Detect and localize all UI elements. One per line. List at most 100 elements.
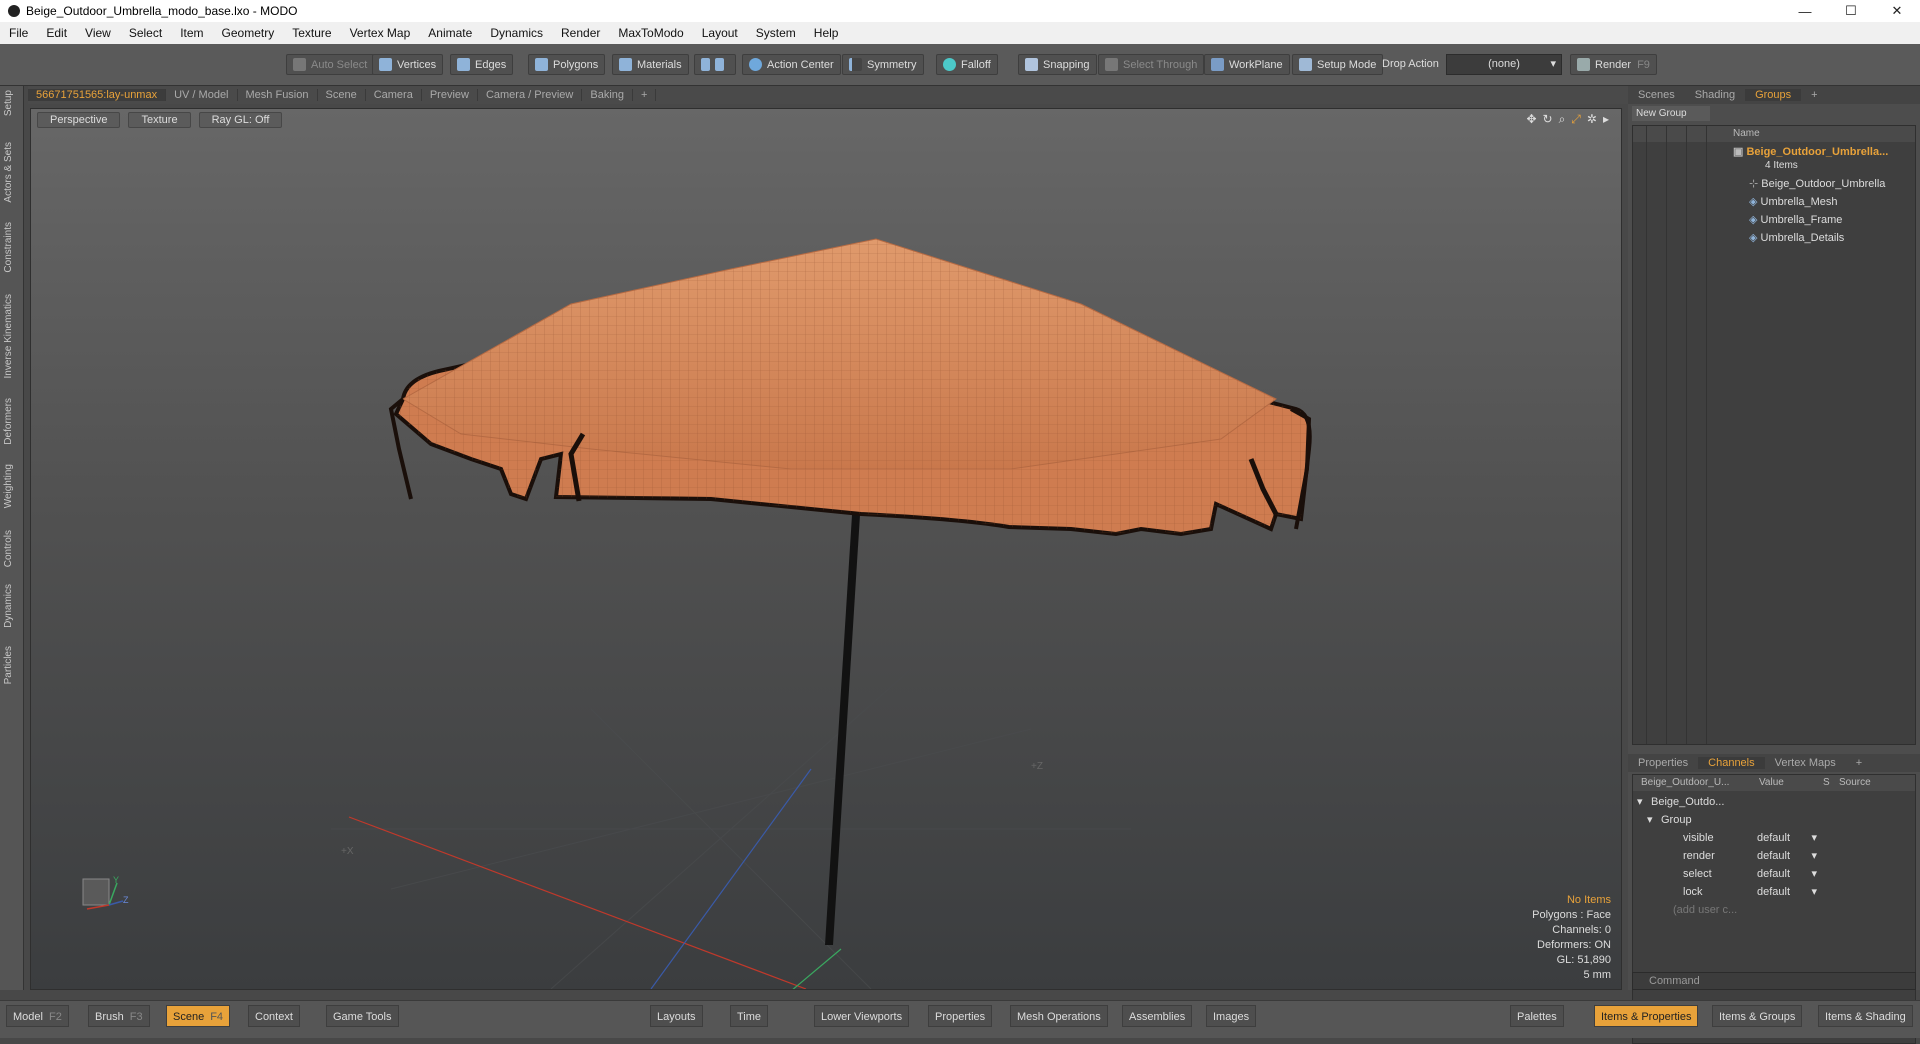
model-layout-button[interactable]: Model F2: [6, 1005, 69, 1027]
items-properties-button[interactable]: Items & Properties: [1594, 1005, 1699, 1027]
scene-layout-button[interactable]: Scene F4: [166, 1005, 231, 1027]
menu-render[interactable]: Render: [552, 26, 609, 40]
menu-system[interactable]: System: [747, 26, 805, 40]
tab-layout-unmax[interactable]: 56671751565:lay-unmax: [28, 89, 167, 101]
snapping-button[interactable]: Snapping: [1018, 54, 1097, 75]
group-item-mesh[interactable]: ◈ Umbrella_Mesh: [1749, 194, 1838, 210]
channel-row-select[interactable]: select default: [1633, 865, 1917, 883]
tab-controls[interactable]: Controls: [3, 530, 14, 567]
symmetry-button[interactable]: Symmetry: [842, 54, 924, 75]
materials-button[interactable]: Materials: [612, 54, 689, 75]
images-button[interactable]: Images: [1206, 1005, 1257, 1027]
tab-camera[interactable]: Camera: [366, 89, 422, 101]
viewport-menu-icon[interactable]: ▸: [1603, 112, 1609, 127]
items-shading-button[interactable]: Items & Shading: [1818, 1005, 1913, 1027]
channels-s-column[interactable]: S: [1823, 777, 1830, 788]
menu-texture[interactable]: Texture: [283, 26, 340, 40]
select-column-icon[interactable]: [1693, 126, 1707, 744]
items-groups-button[interactable]: Items & Groups: [1712, 1005, 1803, 1027]
tab-properties[interactable]: Properties: [1628, 757, 1698, 769]
tab-channels[interactable]: Channels: [1698, 757, 1765, 769]
tab-shading[interactable]: Shading: [1685, 89, 1745, 101]
view-mode-dropdown[interactable]: Perspective: [37, 112, 121, 128]
menu-geometry[interactable]: Geometry: [213, 26, 284, 40]
workplane-button[interactable]: WorkPlane: [1204, 54, 1290, 75]
tab-camera-preview[interactable]: Camera / Preview: [478, 89, 583, 101]
drop-action-select[interactable]: (none): [1446, 54, 1562, 75]
menu-item[interactable]: Item: [171, 26, 212, 40]
command-input[interactable]: Command: [1632, 972, 1916, 990]
tab-dynamics[interactable]: Dynamics: [3, 584, 14, 628]
menu-view[interactable]: View: [76, 26, 120, 40]
tab-mesh-fusion[interactable]: Mesh Fusion: [238, 89, 318, 101]
close-button[interactable]: ✕: [1874, 0, 1920, 22]
tab-vertex-maps[interactable]: Vertex Maps: [1765, 757, 1846, 769]
tab-scene[interactable]: Scene: [318, 89, 366, 101]
add-user-channel-row[interactable]: (add user c...: [1633, 901, 1917, 919]
tab-scenes[interactable]: Scenes: [1628, 89, 1685, 101]
shading-mode-dropdown[interactable]: Texture: [128, 112, 191, 128]
polygons-button[interactable]: Polygons: [528, 54, 606, 75]
tab-deformers[interactable]: Deformers: [3, 398, 14, 445]
tab-setup[interactable]: Setup: [3, 90, 14, 116]
lower-viewports-button[interactable]: Lower Viewports: [814, 1005, 910, 1027]
channel-item-row[interactable]: ▾ Beige_Outdo...: [1633, 793, 1917, 811]
tab-groups[interactable]: Groups: [1745, 89, 1802, 101]
menu-vertex-map[interactable]: Vertex Map: [341, 26, 420, 40]
add-tab-button[interactable]: +: [633, 89, 657, 101]
visibility-column-icon[interactable]: [1633, 126, 1647, 744]
3d-viewport[interactable]: +X +Z Y Z Perspective Texture Ray GL: Of…: [30, 108, 1622, 990]
tab-particles[interactable]: Particles: [3, 646, 14, 684]
brush-layout-button[interactable]: Brush F3: [88, 1005, 150, 1027]
setup-mode-button[interactable]: Setup Mode: [1292, 54, 1384, 75]
group-item-details[interactable]: ◈ Umbrella_Details: [1749, 230, 1844, 246]
layouts-button[interactable]: Layouts: [650, 1005, 703, 1027]
add-scene-tab-button[interactable]: +: [1801, 89, 1827, 101]
expand-arrow-icon[interactable]: ▾: [1647, 811, 1653, 829]
menu-dynamics[interactable]: Dynamics: [481, 26, 552, 40]
action-center-button[interactable]: Action Center: [742, 54, 841, 75]
lock-column-icon[interactable]: [1673, 126, 1687, 744]
channel-value-dropdown[interactable]: default: [1755, 847, 1819, 865]
game-tools-button[interactable]: Game Tools: [326, 1005, 399, 1027]
minimize-button[interactable]: —: [1782, 0, 1828, 22]
new-group-button[interactable]: New Group: [1632, 106, 1710, 121]
add-prop-tab-button[interactable]: +: [1846, 757, 1872, 769]
tab-preview[interactable]: Preview: [422, 89, 478, 101]
render-column-icon[interactable]: [1653, 126, 1667, 744]
assemblies-button[interactable]: Assemblies: [1122, 1005, 1193, 1027]
rotate-icon[interactable]: ↻: [1543, 112, 1553, 127]
group-item-frame[interactable]: ◈ Umbrella_Frame: [1749, 212, 1842, 228]
maximize-button[interactable]: ☐: [1828, 0, 1874, 22]
tab-weighting[interactable]: Weighting: [3, 464, 14, 508]
viewport-settings-icon[interactable]: ✲: [1587, 112, 1597, 127]
menu-edit[interactable]: Edit: [37, 26, 76, 40]
tab-constraints[interactable]: Constraints: [3, 222, 14, 273]
tab-actors-sets[interactable]: Actors & Sets: [3, 142, 14, 203]
channel-value-dropdown[interactable]: default: [1755, 883, 1819, 901]
edges-button[interactable]: Edges: [450, 54, 514, 75]
raygl-toggle[interactable]: Ray GL: Off: [198, 112, 283, 128]
tab-baking[interactable]: Baking: [582, 89, 634, 101]
context-button[interactable]: Context: [248, 1005, 300, 1027]
palettes-button[interactable]: Palettes: [1510, 1005, 1564, 1027]
pan-icon[interactable]: ✥: [1526, 112, 1536, 127]
name-column-header[interactable]: Name: [1733, 126, 1760, 142]
group-item-locator[interactable]: ⊹ Beige_Outdoor_Umbrella: [1749, 176, 1885, 192]
channels-item-column[interactable]: Beige_Outdoor_U...: [1641, 777, 1729, 788]
selection-sets-button[interactable]: [694, 54, 736, 75]
menu-file[interactable]: File: [0, 26, 37, 40]
channel-group-row[interactable]: ▾ Group: [1633, 811, 1917, 829]
channel-value-dropdown[interactable]: default: [1755, 865, 1819, 883]
falloff-button[interactable]: Falloff: [936, 54, 998, 75]
expand-arrow-icon[interactable]: ▾: [1637, 793, 1643, 811]
channels-source-column[interactable]: Source: [1839, 777, 1871, 788]
menu-animate[interactable]: Animate: [419, 26, 481, 40]
auto-select-button[interactable]: Auto Select: [286, 54, 375, 75]
channel-row-lock[interactable]: lock default: [1633, 883, 1917, 901]
mesh-operations-button[interactable]: Mesh Operations: [1010, 1005, 1108, 1027]
tab-inverse-kinematics[interactable]: Inverse Kinematics: [3, 294, 14, 378]
menu-help[interactable]: Help: [805, 26, 848, 40]
fit-icon[interactable]: ⤢: [1571, 112, 1581, 127]
channel-row-render[interactable]: render default: [1633, 847, 1917, 865]
